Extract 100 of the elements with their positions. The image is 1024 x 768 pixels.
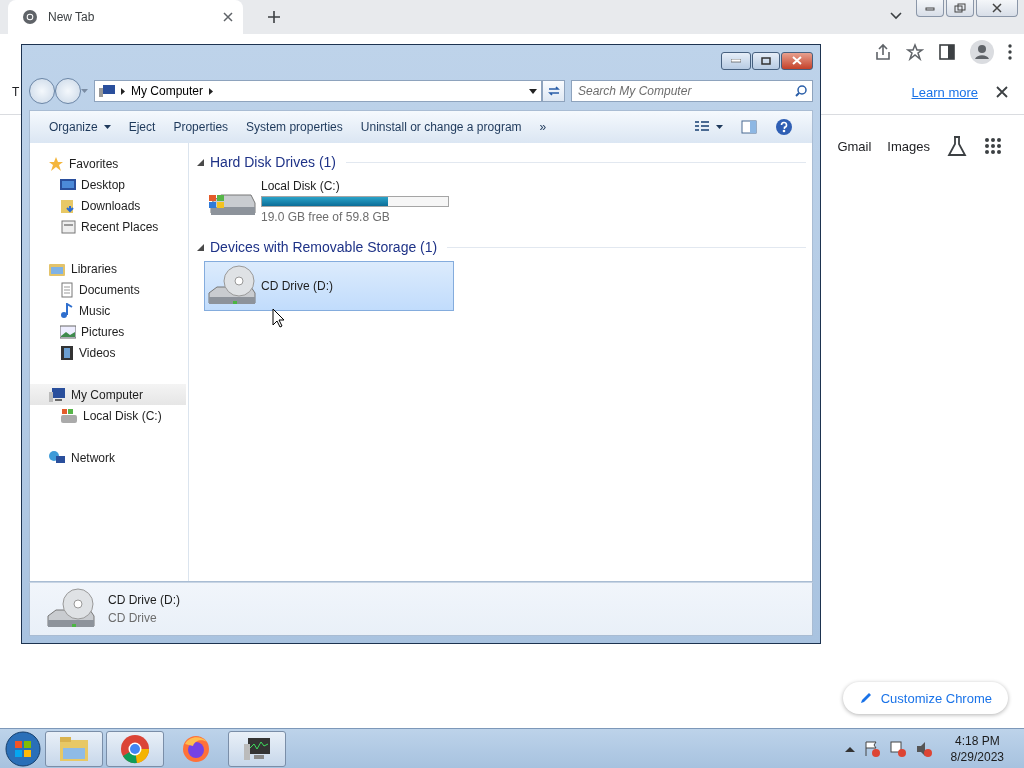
music-note-icon (60, 302, 74, 319)
close-icon (991, 3, 1003, 13)
minimize-button[interactable] (916, 0, 944, 17)
group-heading: Hard Disk Drives (1) (210, 154, 336, 170)
group-heading: Devices with Removable Storage (1) (210, 239, 438, 255)
maximize-icon (761, 56, 771, 65)
info-text: T (12, 85, 20, 99)
chevron-down-icon (890, 12, 902, 20)
customize-chrome-button[interactable]: Customize Chrome (842, 682, 1008, 714)
close-icon (792, 56, 802, 65)
pencil-icon (858, 691, 873, 705)
learn-more-link[interactable]: Learn more (911, 84, 978, 100)
computer-icon (99, 84, 115, 98)
nav-item[interactable]: Local Disk (C:) (30, 405, 186, 426)
top-link[interactable]: Images (887, 138, 930, 154)
refresh-button[interactable] (542, 80, 565, 102)
help-icon (775, 118, 793, 136)
top-link[interactable]: Gmail (837, 138, 872, 154)
breadcrumb-arrow-icon (209, 87, 214, 95)
caret-icon (716, 125, 723, 129)
picture-icon (60, 324, 76, 339)
flask-icon (946, 135, 968, 157)
document-icon (60, 281, 74, 298)
network-icon (48, 449, 66, 466)
details-type: CD Drive (108, 611, 158, 625)
folder-icon (59, 735, 89, 762)
folder-icon (60, 197, 76, 214)
toolbar-button[interactable]: System properties (237, 115, 352, 139)
nav-item[interactable]: Pictures (30, 321, 186, 342)
collapse-arrow-icon[interactable] (197, 243, 204, 251)
nav-item[interactable]: Downloads (30, 195, 186, 216)
dropdown-arrow-icon (529, 88, 537, 94)
close-button[interactable] (976, 0, 1018, 17)
toolbar-button[interactable]: Uninstall or change a program (351, 115, 531, 139)
nav-item[interactable]: Documents (30, 279, 186, 300)
drive-tile[interactable]: Local Disk (C:) 19.0 GB free of 59.8 GB (204, 176, 454, 226)
search-field[interactable]: Search My Computer (571, 80, 813, 102)
drive-icon (60, 407, 78, 424)
cursor-icon (272, 308, 285, 328)
minimize-button[interactable] (721, 51, 751, 70)
side-panel-icon (938, 43, 956, 61)
breadcrumb-arrow-icon (121, 87, 125, 95)
close-button[interactable] (781, 51, 813, 70)
nav-item[interactable]: Desktop (30, 174, 186, 195)
menu-icon (1008, 44, 1012, 60)
minimize-icon (731, 58, 741, 63)
share-icon (874, 43, 892, 61)
preview-pane-icon (741, 120, 757, 134)
flag-error-icon (862, 739, 881, 758)
list-view-icon (694, 120, 710, 134)
nav-item[interactable]: Music (30, 300, 186, 321)
details-name: CD Drive (D:) (108, 593, 180, 607)
plus-icon (267, 10, 281, 24)
collapse-arrow-icon[interactable] (197, 158, 204, 166)
profile-icon (970, 40, 994, 64)
back-button[interactable] (29, 78, 55, 104)
drive-tile[interactable]: CD Drive (D:) (204, 261, 454, 311)
toolbar-button[interactable]: Properties (164, 115, 238, 139)
dropdown-arrow-icon (81, 89, 88, 93)
toolbar-button[interactable]: Eject (119, 115, 165, 139)
restore-button[interactable] (946, 0, 974, 17)
free-space-text: 19.0 GB free of 59.8 GB (261, 209, 391, 224)
close-icon (996, 86, 1008, 98)
clock-date: 8/29/2023 (950, 748, 1004, 765)
restore-icon (954, 3, 966, 13)
nav-item[interactable]: Favorites (30, 153, 186, 174)
nav-item[interactable]: Libraries (30, 258, 186, 279)
breadcrumb[interactable]: My Computer (131, 84, 204, 98)
nav-item[interactable]: My Computer (30, 384, 186, 405)
nav-item[interactable]: Videos (30, 342, 186, 363)
nav-item[interactable]: Recent Places (30, 216, 186, 237)
drive-name: CD Drive (D:) (261, 279, 333, 293)
chrome-icon (22, 9, 38, 25)
drive-name: Local Disk (C:) (261, 178, 341, 193)
star-icon (906, 43, 924, 61)
maximize-button[interactable] (752, 51, 780, 70)
address-bar[interactable]: My Computer (94, 80, 542, 102)
minimize-icon (925, 5, 935, 11)
search-icon (795, 85, 807, 97)
computer-icon (48, 386, 66, 403)
taskbar-button[interactable] (228, 730, 286, 767)
browser-tab[interactable]: New Tab (8, 0, 243, 34)
star-icon (48, 155, 64, 172)
apps-grid-icon (984, 137, 1002, 155)
desktop-icon (60, 177, 76, 192)
film-icon (60, 344, 74, 361)
chrome-icon (120, 733, 150, 764)
more-commands-button[interactable]: » (530, 115, 556, 139)
window-icon (60, 218, 76, 235)
close-icon (223, 12, 233, 22)
refresh-icon (546, 85, 561, 97)
forward-button[interactable] (55, 78, 81, 104)
firefox-icon (181, 733, 211, 764)
start-orb-icon (4, 729, 42, 768)
monitor-icon (242, 735, 272, 762)
caret-up-icon (844, 745, 855, 752)
nav-item[interactable]: Network (30, 447, 186, 468)
network-error-icon (888, 739, 907, 758)
toolbar-button[interactable]: Organize (40, 115, 120, 139)
clock-time: 4:18 PM (954, 732, 1000, 749)
